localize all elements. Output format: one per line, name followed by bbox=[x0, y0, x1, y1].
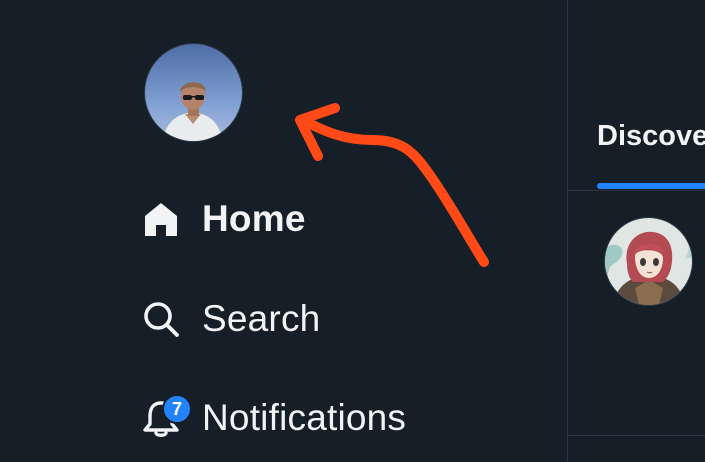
tab-bar-divider bbox=[568, 190, 705, 191]
nav-item-notifications[interactable]: 7 Notifications bbox=[140, 388, 406, 448]
nav-item-home-label: Home bbox=[202, 198, 306, 239]
anime-character-avatar-icon bbox=[605, 218, 692, 305]
app-window: Home Search 7 Notifications Discove bbox=[0, 0, 705, 462]
post-divider bbox=[568, 435, 705, 436]
search-icon bbox=[140, 298, 182, 340]
home-icon bbox=[140, 198, 182, 240]
profile-avatar[interactable] bbox=[145, 44, 242, 141]
feed-column: Discover bbox=[568, 0, 705, 462]
active-tab-indicator bbox=[597, 183, 705, 189]
left-navigation: Home Search 7 Notifications bbox=[0, 0, 567, 462]
post-author-avatar[interactable] bbox=[605, 218, 692, 305]
bell-icon: 7 bbox=[140, 394, 192, 439]
user-photo-avatar-icon bbox=[145, 44, 242, 141]
notification-count-badge: 7 bbox=[162, 394, 192, 424]
nav-item-search-label: Search bbox=[202, 298, 321, 339]
nav-item-notifications-label: Notifications bbox=[202, 397, 407, 438]
nav-item-search[interactable]: Search bbox=[140, 289, 320, 349]
tab-discover[interactable]: Discover bbox=[597, 120, 705, 170]
nav-item-home[interactable]: Home bbox=[140, 189, 306, 249]
